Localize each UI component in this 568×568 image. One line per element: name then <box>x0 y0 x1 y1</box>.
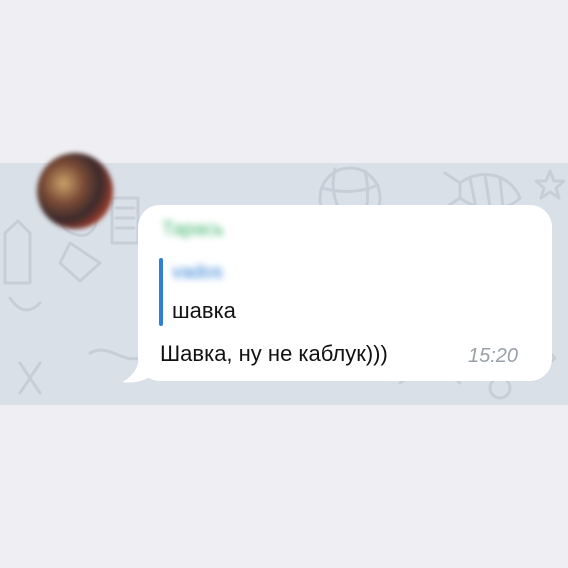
sender-name[interactable]: Тарась <box>162 219 224 241</box>
reply-quoted-text[interactable]: шавка <box>172 298 236 324</box>
sender-avatar[interactable] <box>37 153 113 229</box>
message-timestamp: 15:20 <box>468 345 519 367</box>
screenshot-page: Тарась vados шавка Шавка, ну не каблук))… <box>0 0 568 568</box>
reply-quote-bar <box>159 258 163 326</box>
reply-author[interactable]: vados <box>172 262 223 284</box>
message-text: Шавка, ну не каблук))) <box>160 341 388 366</box>
